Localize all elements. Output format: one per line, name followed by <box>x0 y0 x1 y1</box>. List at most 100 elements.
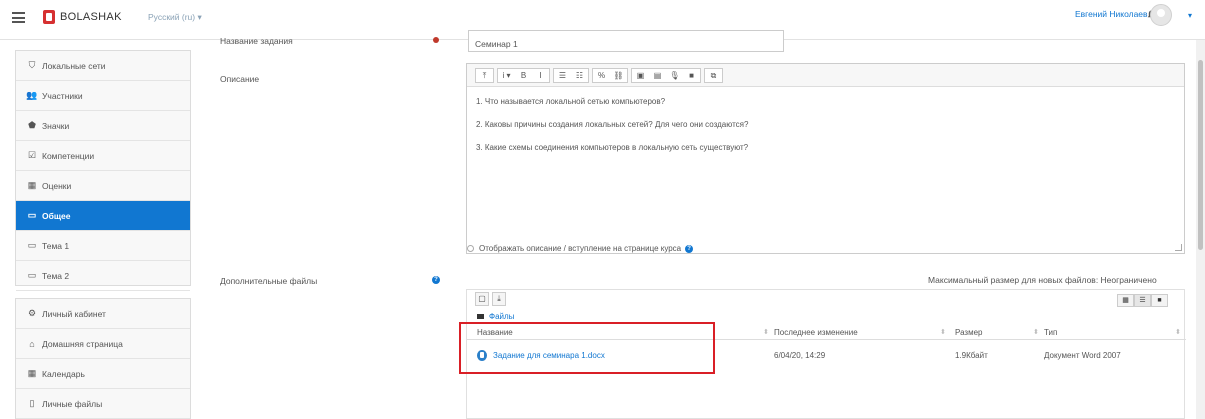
site-nav-block: ⚙ Личный кабинет ⌂ Домашняя страница ▦ Календ… <box>15 298 191 419</box>
sidebar: ⛉ Локальные сети 👥 Участники ⬟ Значки ☑ Компете… <box>15 50 191 419</box>
page-scrollbar[interactable] <box>1196 40 1205 419</box>
sidebar-item-label: Личный кабинет <box>42 308 106 319</box>
scrollbar-thumb[interactable] <box>1198 60 1203 250</box>
file-size: 1.9Кбайт <box>955 351 988 360</box>
sidebar-item[interactable]: ⚙ Личный кабинет <box>16 299 190 329</box>
sort-icon[interactable]: ⬍ <box>940 328 946 336</box>
sidebar-item-label: Тема 1 <box>42 240 70 251</box>
sidebar-item[interactable]: ☑ Компетенции <box>16 141 190 171</box>
check-square-icon: ☑ <box>27 150 37 160</box>
link-icon[interactable]: % <box>593 69 610 82</box>
folder-icon <box>477 314 484 319</box>
sidebar-item-label: Компетенции <box>42 150 95 161</box>
record-video-icon[interactable]: ■ <box>683 69 700 82</box>
sidebar-item-label: Общее <box>42 210 71 221</box>
media-icon[interactable]: ▤ <box>649 69 666 82</box>
resize-handle-icon[interactable] <box>1175 244 1182 251</box>
toolbar-group: ⧉ <box>704 67 723 83</box>
description-editor[interactable]: ⤒ i ▾ B I ☰ ☷% ⛓ ▣ ▤ 🎙 ■ ⧉ 1. Что называется локаль… <box>466 63 1185 254</box>
folder-icon: ▭ <box>27 210 37 220</box>
course-nav-block: ⛉ Локальные сети 👥 Участники ⬟ Значки ☑ Компете… <box>15 50 191 291</box>
editor-toolbar: ⤒ i ▾ B I ☰ ☷% ⛓ ▣ ▤ 🎙 ■ ⧉ <box>467 64 1184 87</box>
list-view-icon[interactable]: ☰ <box>1134 294 1151 307</box>
record-audio-icon[interactable]: 🎙 <box>666 69 683 82</box>
show-description-row: Отображать описание / вступление на стра… <box>467 244 694 253</box>
unlink-icon[interactable]: ⛓ <box>610 69 627 82</box>
add-file-icon[interactable]: ▢ <box>475 292 489 306</box>
sidebar-item[interactable]: ▭ Тема 1 <box>16 231 190 261</box>
image-icon[interactable]: ▣ <box>632 69 649 82</box>
sidebar-item-label: Домашняя страница <box>42 338 123 349</box>
users-icon: 👥 <box>26 90 38 100</box>
help-icon[interactable]: ? <box>685 244 694 253</box>
assignment-name-label: Название задания <box>220 36 293 46</box>
sidebar-item[interactable]: ▦ Календарь <box>16 359 190 389</box>
collapse-icon[interactable]: ⤒ <box>476 69 493 82</box>
sidebar-item[interactable]: ⛉ Локальные сети <box>16 51 190 81</box>
sidebar-item[interactable]: ▭ Общее <box>16 201 190 231</box>
logo-icon <box>43 10 55 24</box>
user-menu-caret-icon[interactable]: ▾ <box>1188 11 1192 20</box>
toolbar-group: % ⛓ <box>592 67 628 83</box>
sidebar-item-label: Тема 2 <box>42 270 70 281</box>
assignment-form: Название задания Семинар 1 Описание ⤒ i ▾… <box>200 30 1186 419</box>
user-name[interactable]: Евгений Николаев <box>1075 9 1148 19</box>
sidebar-item[interactable]: ⌂ Домашняя страница <box>16 329 190 359</box>
column-header[interactable]: Последнее изменение <box>774 328 858 337</box>
file-type: Документ Word 2007 <box>1044 351 1121 360</box>
folder-icon: ▭ <box>27 270 37 280</box>
sidebar-item[interactable]: ⬟ Значки <box>16 111 190 141</box>
sidebar-item[interactable]: ▭ Тема 2 <box>16 261 190 291</box>
sidebar-item-label: Оценки <box>42 180 72 191</box>
calendar-icon: ▦ <box>27 368 37 378</box>
table-icon: ▦ <box>27 180 37 190</box>
download-icon[interactable]: ⤓ <box>492 292 506 306</box>
editor-content[interactable]: 1. Что называется локальной сетью компью… <box>467 87 1184 174</box>
column-header[interactable]: Размер <box>955 328 983 337</box>
avatar[interactable] <box>1150 4 1172 26</box>
show-description-checkbox[interactable] <box>467 245 474 252</box>
description-line: 2. Каковы причины создания локальных сет… <box>476 120 749 129</box>
italic-icon[interactable]: I <box>532 69 549 82</box>
max-file-size: Максимальный размер для новых файлов: Не… <box>928 275 1157 285</box>
home-icon: ⌂ <box>29 338 35 349</box>
sort-icon[interactable]: ⬍ <box>1033 328 1039 336</box>
assignment-name-input[interactable]: Семинар 1 <box>468 30 784 52</box>
description-line: 3. Какие схемы соединения компьютеров в … <box>476 143 749 152</box>
graduation-cap-icon: ⛉ <box>28 60 36 70</box>
show-description-label: Отображать описание / вступление на стра… <box>479 244 682 253</box>
bold-icon[interactable]: B <box>515 69 532 82</box>
help-icon[interactable]: ? <box>432 276 440 284</box>
toolbar-group: ▣ ▤ 🎙 ■ <box>631 67 701 83</box>
site-brand[interactable]: BOLASHAK <box>60 11 122 23</box>
sort-icon[interactable]: ⬍ <box>1175 328 1181 336</box>
sidebar-item-label: Личные файлы <box>42 398 103 409</box>
ordered-list-icon[interactable]: ☷ <box>571 69 588 82</box>
paragraph-style-icon[interactable]: i ▾ <box>498 69 515 82</box>
sidebar-item[interactable]: ▯ Личные файлы <box>16 389 190 419</box>
sidebar-item-label: Календарь <box>42 368 85 379</box>
dashboard-icon: ⚙ <box>27 308 37 318</box>
breadcrumb-label: Файлы <box>489 312 515 321</box>
breadcrumb[interactable]: Файлы <box>477 312 514 321</box>
sidebar-item[interactable]: 👥 Участники <box>16 81 190 111</box>
description-label: Описание <box>220 74 260 84</box>
file-manager-tools: ▢ ⤓ <box>475 292 509 306</box>
file-icon: ▯ <box>29 398 35 408</box>
sidebar-item[interactable]: ▦ Оценки <box>16 171 190 201</box>
shield-icon: ⬟ <box>28 120 36 130</box>
language-menu[interactable]: Русский (ru) ▾ <box>148 12 202 23</box>
menu-toggle-icon[interactable] <box>12 12 25 23</box>
toolbar-group: i ▾ B I <box>497 67 550 83</box>
toolbar-group: ⤒ <box>475 67 494 83</box>
highlight-box <box>459 322 715 374</box>
sidebar-item-label: Участники <box>42 90 83 101</box>
unordered-list-icon[interactable]: ☰ <box>554 69 571 82</box>
manage-files-icon[interactable]: ⧉ <box>705 69 722 82</box>
column-header[interactable]: Тип <box>1044 328 1057 337</box>
grid-view-icon[interactable]: ▦ <box>1117 294 1134 307</box>
sort-icon[interactable]: ⬍ <box>763 328 769 336</box>
file-modified: 6/04/20, 14:29 <box>774 351 826 360</box>
tree-view-icon[interactable]: ■ <box>1151 294 1168 307</box>
sidebar-item-label: Значки <box>42 120 70 131</box>
